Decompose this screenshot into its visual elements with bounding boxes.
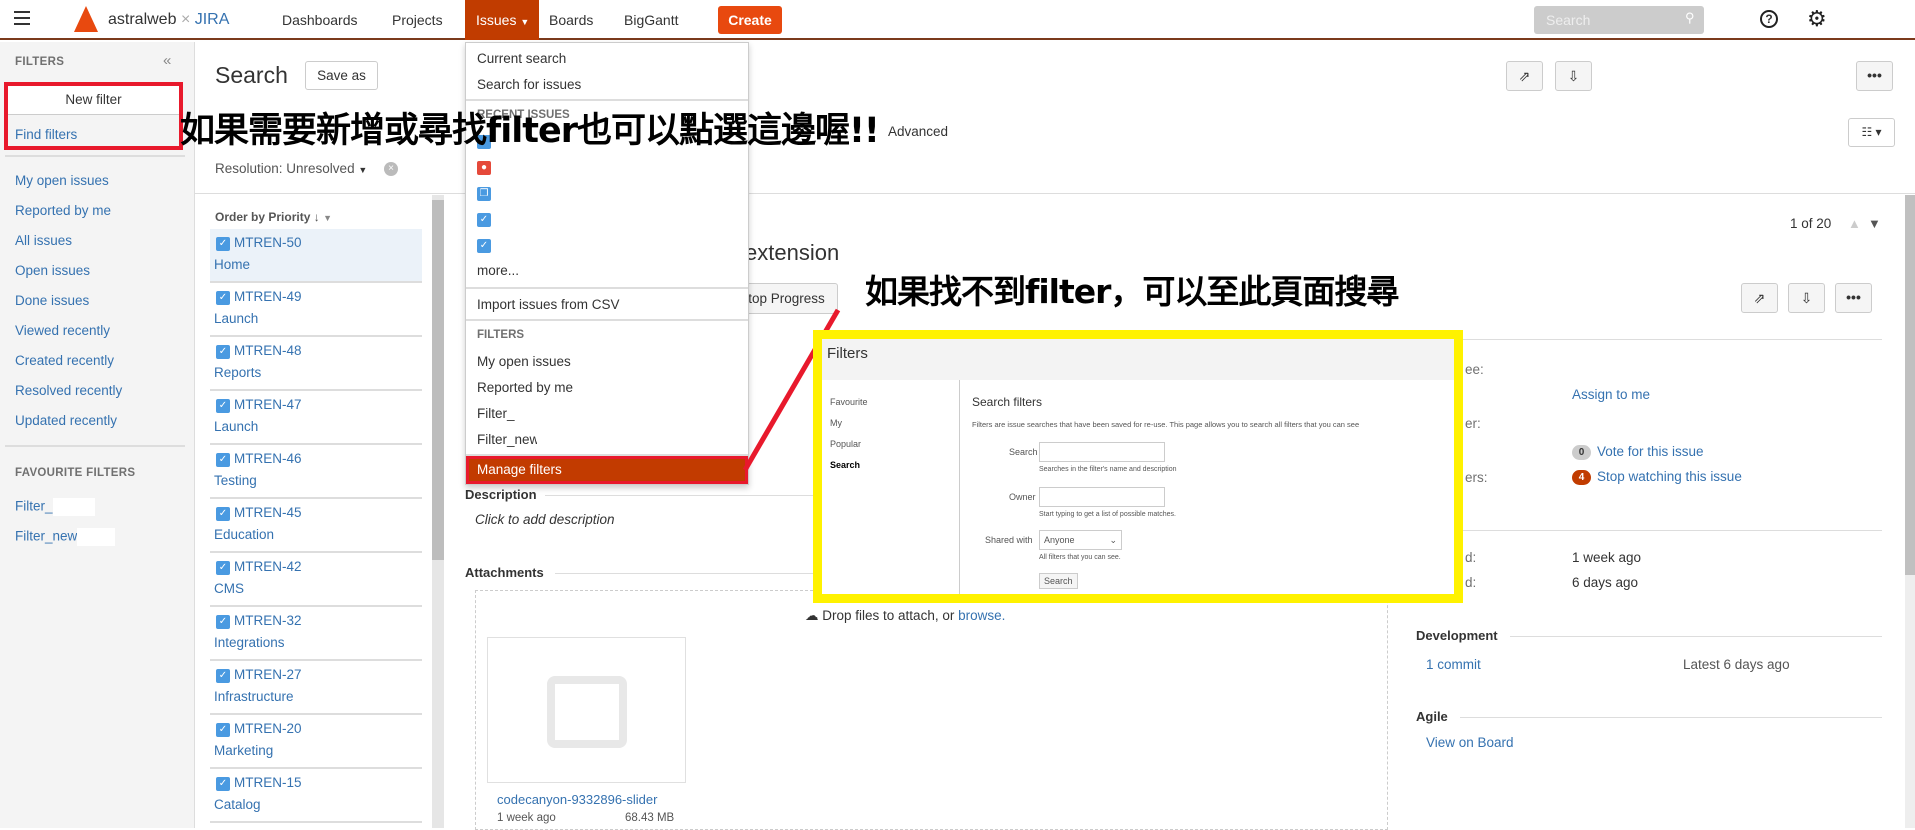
shared-with-label: Shared with [985, 535, 1033, 545]
shared-help: All filters that you can see. [1039, 554, 1121, 561]
shared-with-select[interactable]: Anyone ⌄ [1039, 530, 1122, 550]
filter-search-input[interactable] [1039, 442, 1165, 462]
filters-nav-my[interactable]: My [830, 418, 842, 428]
chevron-down-icon: ⌄ [1109, 535, 1117, 545]
filters-page-screenshot: Filters Favourite My Popular Search Sear… [813, 330, 1463, 603]
owner-label: Owner [1009, 492, 1036, 502]
filters-nav-favourite[interactable]: Favourite [830, 397, 868, 407]
search-help: Searches in the filter's name and descri… [1039, 466, 1177, 473]
search-label: Search [1009, 447, 1038, 457]
owner-input[interactable] [1039, 487, 1165, 507]
search-filters-heading: Search filters [972, 395, 1043, 409]
shared-with-value: Anyone [1044, 535, 1075, 545]
owner-help: Start typing to get a list of possible m… [1039, 511, 1176, 518]
filter-search-button[interactable]: Search [1039, 573, 1078, 589]
filters-nav-search[interactable]: Search [830, 460, 860, 470]
filters-page-title: Filters [827, 345, 868, 362]
filters-intro: Filters are issue searches that have bee… [972, 420, 1360, 429]
filters-nav-popular[interactable]: Popular [830, 439, 861, 449]
